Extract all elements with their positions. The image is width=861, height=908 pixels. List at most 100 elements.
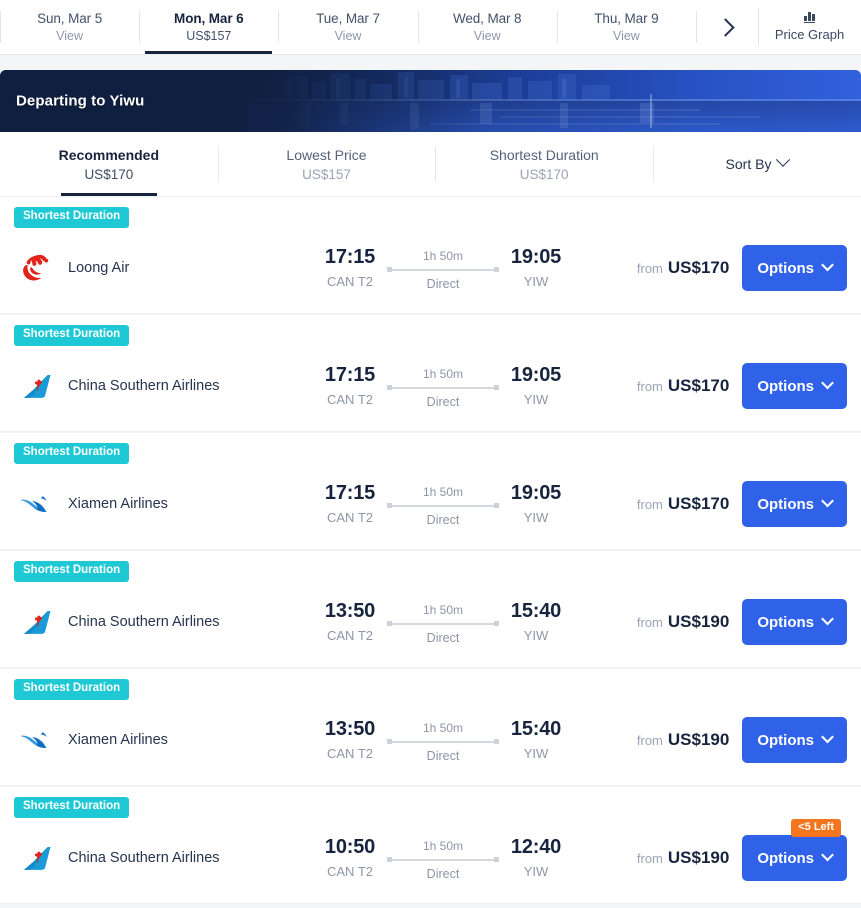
price-and-actions: from US$170 Options: [573, 481, 861, 527]
sort-tab-shortest-duration[interactable]: Shortest Duration US$170: [435, 132, 653, 196]
price-from-label: from: [636, 379, 663, 394]
flight-card[interactable]: Shortest Duration Loong Air 17:15 CAN T2…: [0, 197, 861, 314]
flight-row: Xiamen Airlines 13:50 CAN T2 1h 50m Dire…: [0, 669, 861, 785]
flight-leg: 1h 50m Direct: [387, 246, 499, 291]
xiamen-airlines-logo: [21, 496, 47, 513]
options-button-label: Options: [757, 259, 814, 277]
leg-bar: [392, 858, 494, 861]
airline-block: China Southern Airlines: [0, 369, 313, 403]
date-tab-sub: View: [334, 29, 362, 43]
date-tab-sun-mar-5[interactable]: Sun, Mar 5 View: [0, 0, 139, 54]
options-button[interactable]: Options: [742, 717, 847, 763]
flight-stops: Direct: [426, 394, 460, 409]
options-button-label: Options: [757, 613, 814, 631]
price-graph-button[interactable]: Price Graph: [758, 0, 861, 54]
airline-name: China Southern Airlines: [68, 378, 220, 394]
flight-results-list: Shortest Duration Loong Air 17:15 CAN T2…: [0, 197, 861, 904]
shortest-duration-badge: Shortest Duration: [14, 207, 130, 228]
itinerary-times: 13:50 CAN T2 1h 50m Direct 15:40 YIW: [313, 600, 573, 645]
arrival-time: 15:40: [510, 717, 562, 740]
leg-end-dot: [494, 267, 499, 272]
departure-time: 17:15: [324, 363, 376, 386]
shortest-duration-badge: Shortest Duration: [14, 797, 130, 818]
sort-tab-label: Shortest Duration: [489, 146, 599, 163]
flight-card[interactable]: Shortest Duration Xiamen Airlines 17:15 …: [0, 433, 861, 550]
airline-name: China Southern Airlines: [68, 614, 220, 630]
airline-logo: [18, 251, 56, 285]
airline-block: Xiamen Airlines: [0, 723, 313, 757]
flight-row: Xiamen Airlines 17:15 CAN T2 1h 50m Dire…: [0, 433, 861, 549]
price-value: US$170: [667, 258, 730, 277]
options-wrapper: Options: [742, 599, 847, 645]
airline-logo: [18, 723, 56, 757]
flight-row: China Southern Airlines 13:50 CAN T2 1h …: [0, 551, 861, 667]
options-button-label: Options: [757, 731, 814, 749]
price-block: from US$170: [637, 494, 729, 514]
sort-tab-lowest-price[interactable]: Lowest Price US$157: [217, 132, 436, 196]
arrival-airport: YIW: [523, 509, 549, 525]
leg-bar: [392, 504, 494, 507]
date-tab-wed-mar-8[interactable]: Wed, Mar 8 View: [417, 0, 557, 54]
leg-bar: [392, 740, 494, 743]
price-block: from US$190: [637, 612, 729, 632]
departure-airport: CAN T2: [327, 509, 373, 525]
arrival-airport: YIW: [523, 627, 549, 643]
leg-end-dot: [494, 621, 499, 626]
chevron-down-icon: [821, 376, 834, 389]
price-and-actions: from US$190 <5 Left Options: [573, 819, 861, 881]
options-wrapper: Options: [742, 245, 847, 291]
options-button-label: Options: [757, 377, 814, 395]
options-button[interactable]: Options: [742, 363, 847, 409]
loong-air-logo: [23, 254, 49, 280]
seats-left-badge: <5 Left: [791, 819, 841, 837]
options-button[interactable]: Options: [742, 245, 847, 291]
leg-line-graphic: [387, 857, 499, 863]
xiamen-airlines-logo: [21, 732, 47, 749]
sort-tab-recommended[interactable]: Recommended US$170: [0, 132, 218, 196]
airline-name: China Southern Airlines: [68, 850, 220, 866]
flight-row: China Southern Airlines 10:50 CAN T2 1h …: [0, 787, 861, 903]
sort-bar: Recommended US$170 Lowest Price US$157 Short…: [0, 132, 861, 197]
date-tab-mon-mar-6[interactable]: Mon, Mar 6 US$157: [139, 0, 278, 54]
options-wrapper: Options: [742, 481, 847, 527]
flight-card[interactable]: Shortest Duration Xiamen Airlines 13:50 …: [0, 669, 861, 786]
airline-logo: [18, 487, 56, 521]
flight-leg: 1h 50m Direct: [387, 836, 499, 881]
sort-tab-price: US$157: [302, 166, 351, 182]
options-button[interactable]: Options: [742, 599, 847, 645]
price-and-actions: from US$190 Options: [573, 599, 861, 645]
sort-by-dropdown[interactable]: Sort By: [653, 132, 861, 196]
flight-card[interactable]: Shortest Duration China Southern Airline…: [0, 315, 861, 432]
flight-card[interactable]: Shortest Duration China Southern Airline…: [0, 787, 861, 904]
flight-card[interactable]: Shortest Duration China Southern Airline…: [0, 551, 861, 668]
date-tab-tue-mar-7[interactable]: Tue, Mar 7 View: [278, 0, 417, 54]
departure-airport: CAN T2: [327, 863, 373, 879]
price-block: from US$170: [637, 258, 729, 278]
options-button[interactable]: Options: [742, 481, 847, 527]
shortest-duration-badge: Shortest Duration: [14, 443, 130, 464]
price-from-label: from: [636, 851, 663, 866]
arrival-airport: YIW: [523, 745, 549, 761]
next-dates-button[interactable]: [696, 0, 758, 54]
sort-tab-price: US$170: [84, 166, 134, 182]
leg-bar: [392, 268, 494, 271]
departure-endpoint: 17:15 CAN T2: [313, 482, 387, 525]
price-and-actions: from US$190 Options: [573, 717, 861, 763]
options-button[interactable]: Options: [742, 835, 847, 881]
departure-endpoint: 10:50 CAN T2: [313, 836, 387, 879]
itinerary-times: 10:50 CAN T2 1h 50m Direct 12:40 YIW: [313, 836, 573, 881]
date-tab-day: Wed, Mar 8: [452, 11, 522, 26]
date-tab-thu-mar-9[interactable]: Thu, Mar 9 View: [556, 0, 696, 54]
chevron-down-icon: [821, 730, 834, 743]
airline-logo: [18, 369, 56, 403]
departure-airport: CAN T2: [327, 745, 373, 761]
leg-end-dot: [494, 739, 499, 744]
departure-time: 10:50: [324, 835, 376, 858]
date-tab-day: Thu, Mar 9: [594, 11, 659, 26]
airline-logo: [18, 605, 56, 639]
sort-tab-label: Recommended: [58, 146, 160, 163]
price-and-actions: from US$170 Options: [573, 245, 861, 291]
flight-duration: 1h 50m: [422, 484, 464, 499]
arrival-endpoint: 15:40 YIW: [499, 600, 573, 643]
arrival-endpoint: 19:05 YIW: [499, 246, 573, 289]
